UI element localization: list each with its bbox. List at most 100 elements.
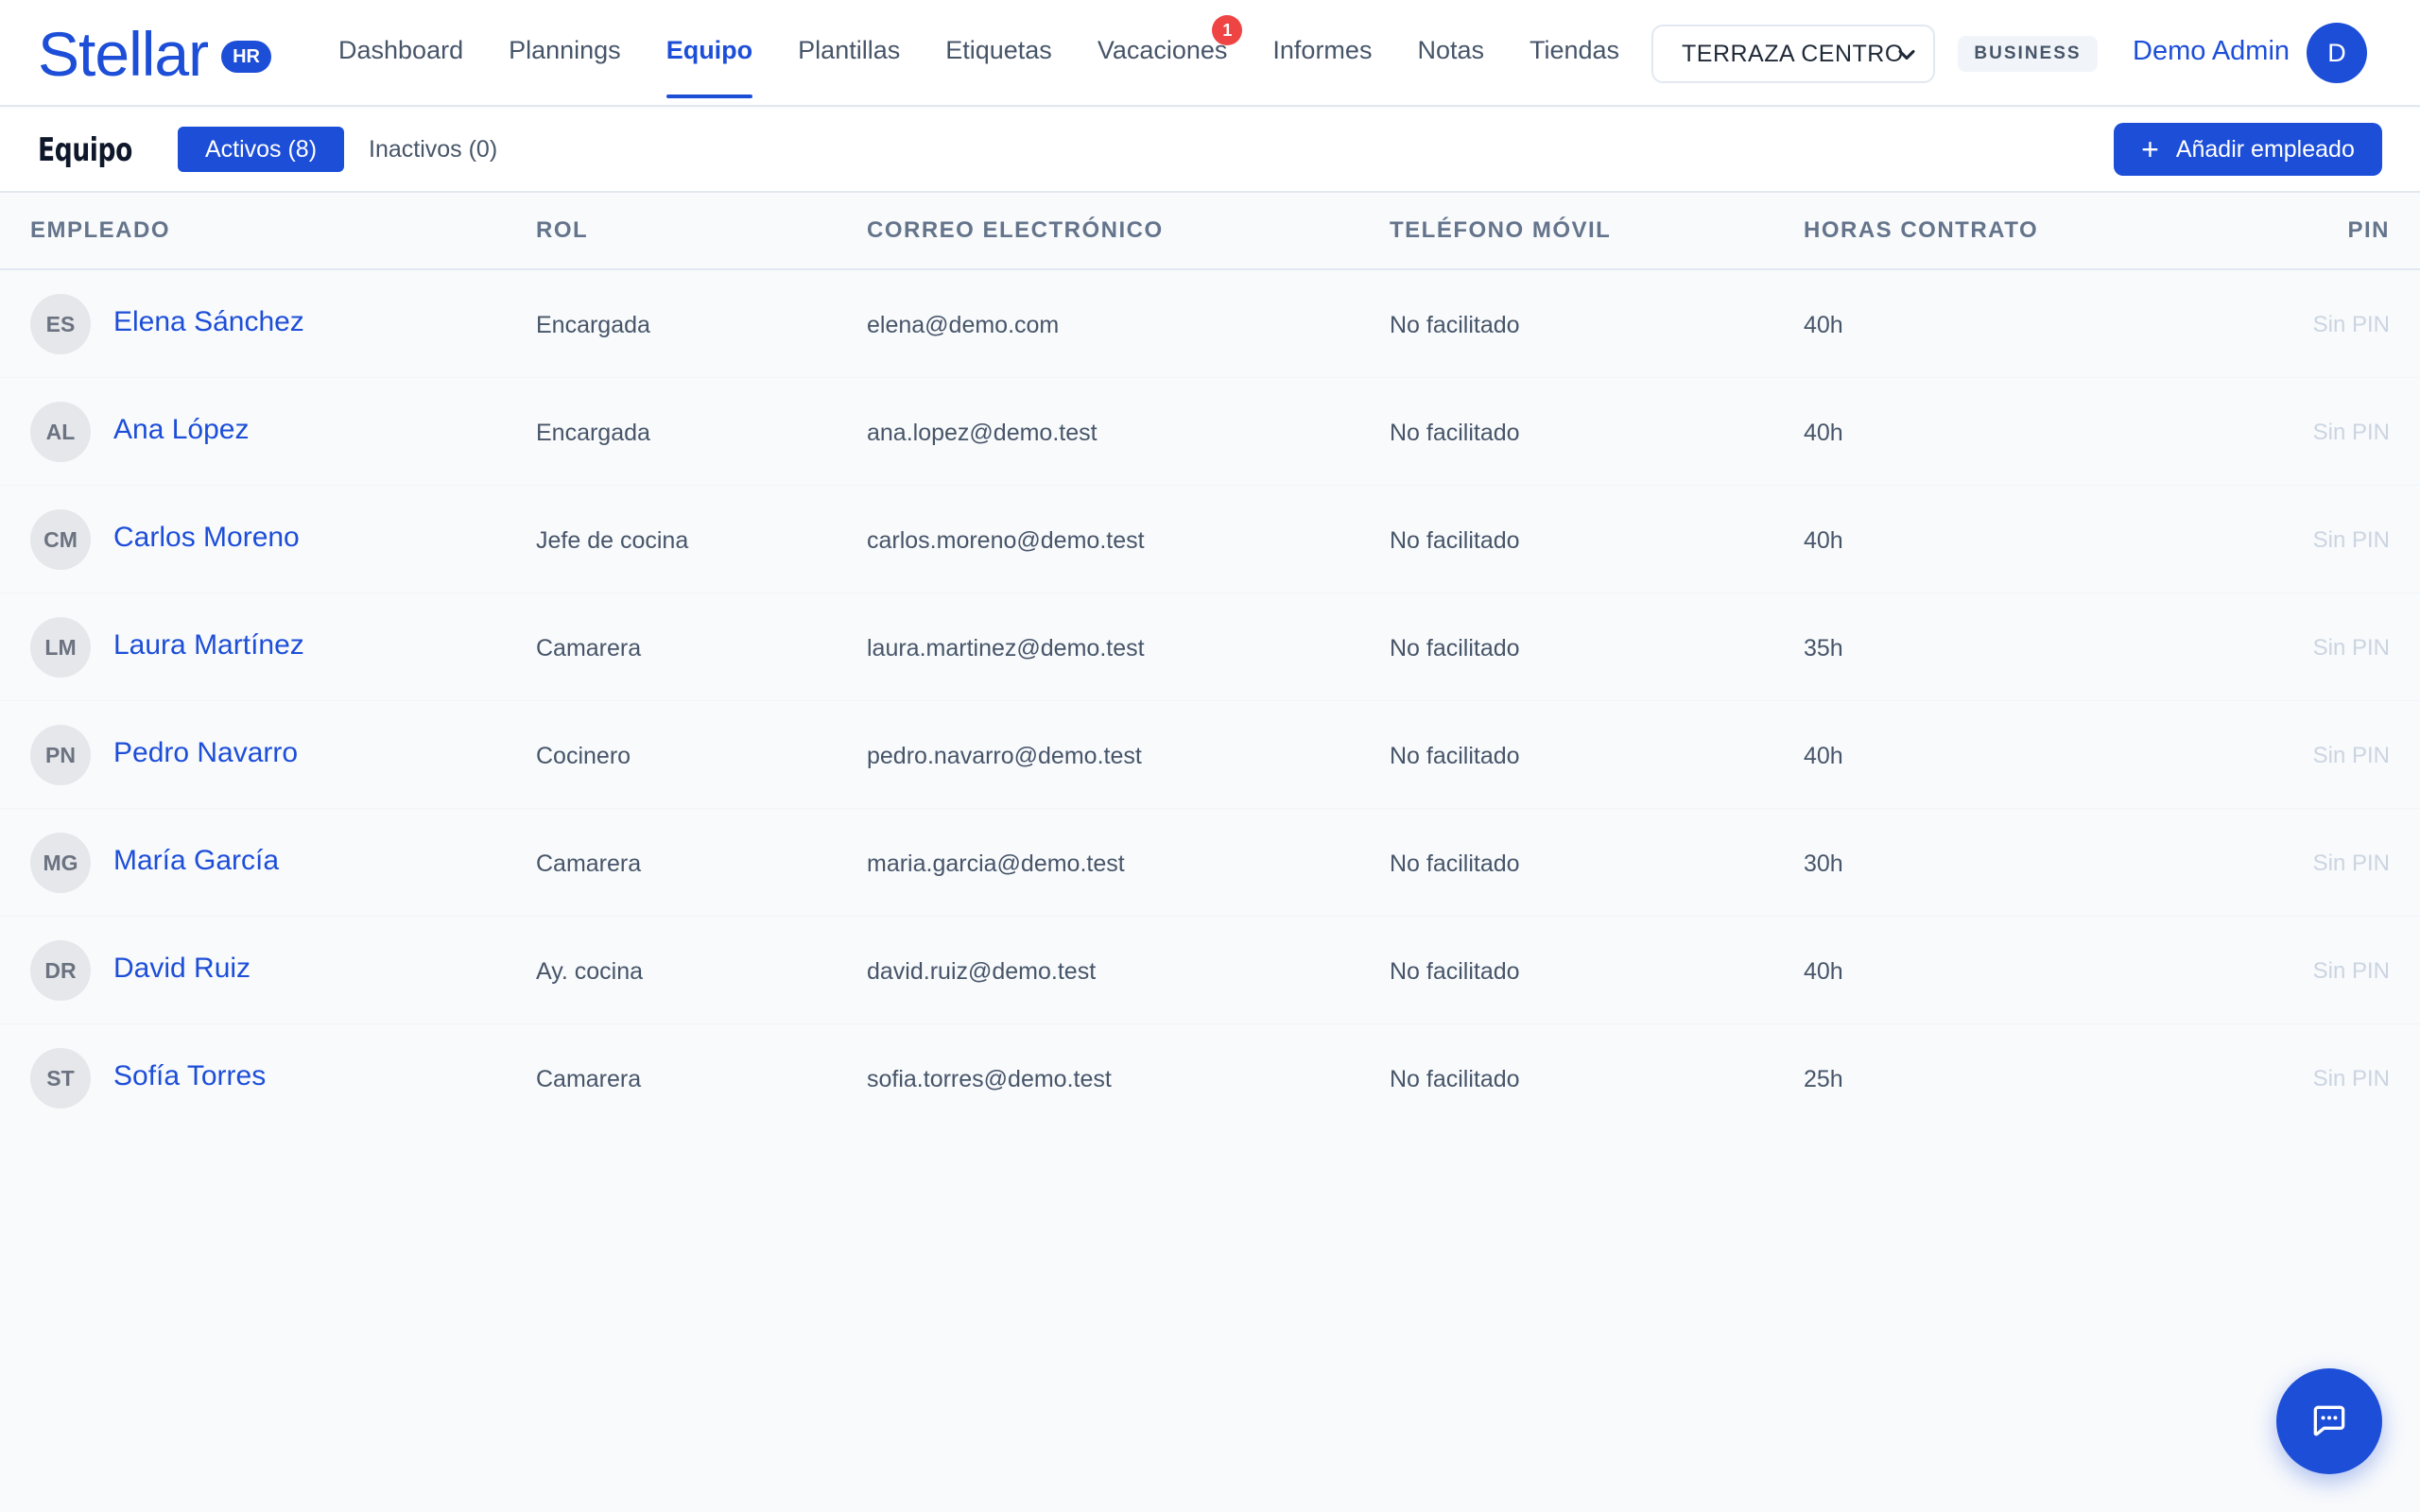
employee-role: Camarera <box>536 850 642 877</box>
employee-hours: 40h <box>1804 420 1843 446</box>
chat-bubble-icon <box>2313 1405 2345 1436</box>
table-row[interactable]: ES Elena Sánchez Encargada elena@demo.co… <box>0 270 2420 378</box>
employee-pin: Sin PIN <box>2312 527 2390 553</box>
employee-pin: Sin PIN <box>2312 1066 2390 1091</box>
logo-text: Stellar <box>38 19 209 89</box>
store-select[interactable]: TERRAZA CENTRO <box>1651 25 1935 83</box>
employee-name-link[interactable]: Ana López <box>113 414 249 446</box>
employee-name-link[interactable]: Pedro Navarro <box>113 737 298 769</box>
add-employee-button[interactable]: + Añadir empleado <box>2114 123 2382 176</box>
employee-email: maria.garcia@demo.test <box>867 850 1125 877</box>
employee-hours: 35h <box>1804 635 1843 662</box>
table-row[interactable]: DR David Ruiz Ay. cocina david.ruiz@demo… <box>0 917 2420 1024</box>
employee-role: Encargada <box>536 312 650 338</box>
employee-avatar: MG <box>30 833 91 893</box>
page-subheader: Equipo Activos (8) Inactivos (0) + Añadi… <box>0 109 2420 193</box>
employee-email: laura.martinez@demo.test <box>867 635 1145 662</box>
logo-badge: HR <box>221 41 271 73</box>
employee-hours: 40h <box>1804 958 1843 985</box>
employee-hours: 25h <box>1804 1066 1843 1092</box>
tab-activos[interactable]: Activos (8) <box>178 127 344 172</box>
employee-name-link[interactable]: María García <box>113 845 279 877</box>
add-employee-label: Añadir empleado <box>2175 135 2355 163</box>
employee-avatar: PN <box>30 725 91 785</box>
employee-avatar: AL <box>30 402 91 462</box>
nav-item-tiendas[interactable]: Tiendas <box>1530 0 1619 104</box>
employee-hours: 40h <box>1804 743 1843 769</box>
employee-email: pedro.navarro@demo.test <box>867 743 1142 769</box>
nav-item-label: Equipo <box>666 36 753 64</box>
employee-pin: Sin PIN <box>2312 312 2390 337</box>
column-header-employee[interactable]: EMPLEADO <box>30 217 170 244</box>
column-header-hours[interactable]: HORAS CONTRATO <box>1804 217 2038 244</box>
employee-email: carlos.moreno@demo.test <box>867 527 1145 554</box>
employee-email: david.ruiz@demo.test <box>867 958 1097 985</box>
table-row[interactable]: PN Pedro Navarro Cocinero pedro.navarro@… <box>0 701 2420 809</box>
employee-pin: Sin PIN <box>2312 850 2390 876</box>
nav-item-plannings[interactable]: Plannings <box>509 0 621 104</box>
employee-phone: No facilitado <box>1390 420 1520 446</box>
nav-item-label: Tiendas <box>1530 36 1620 64</box>
employee-hours: 40h <box>1804 527 1843 554</box>
store-select-value: TERRAZA CENTRO <box>1682 40 1904 67</box>
employee-avatar: LM <box>30 617 91 678</box>
nav-item-label: Plantillas <box>798 36 901 64</box>
employee-phone: No facilitado <box>1390 312 1520 338</box>
nav-item-dashboard[interactable]: Dashboard <box>338 0 463 104</box>
table-header: EMPLEADO ROL CORREO ELECTRÓNICO TELÉFONO… <box>0 195 2420 270</box>
employee-pin: Sin PIN <box>2312 420 2390 445</box>
nav-item-equipo[interactable]: Equipo <box>666 0 753 104</box>
employee-name-link[interactable]: Elena Sánchez <box>113 306 304 338</box>
employee-hours: 30h <box>1804 850 1843 877</box>
employee-role: Camarera <box>536 635 642 662</box>
column-header-pin[interactable]: PIN <box>2347 217 2390 244</box>
employee-avatar: DR <box>30 940 91 1001</box>
employee-avatar: CM <box>30 509 91 570</box>
nav-item-informes[interactable]: Informes <box>1272 0 1372 104</box>
employee-phone: No facilitado <box>1390 1066 1520 1092</box>
nav-item-vacaciones[interactable]: Vacaciones 1 <box>1097 0 1243 104</box>
column-header-phone[interactable]: TELÉFONO MÓVIL <box>1390 217 1611 244</box>
table-row[interactable]: MG María García Camarera maria.garcia@de… <box>0 809 2420 917</box>
column-header-email[interactable]: CORREO ELECTRÓNICO <box>867 217 1164 244</box>
employee-pin: Sin PIN <box>2312 743 2390 768</box>
employee-phone: No facilitado <box>1390 743 1520 769</box>
chat-fab-button[interactable] <box>2276 1368 2382 1474</box>
tab-inactivos[interactable]: Inactivos (0) <box>369 127 497 172</box>
table-row[interactable]: AL Ana López Encargada ana.lopez@demo.te… <box>0 378 2420 486</box>
nav-item-notas[interactable]: Notas <box>1417 0 1484 104</box>
employee-name-link[interactable]: Carlos Moreno <box>113 522 300 554</box>
employee-email: ana.lopez@demo.test <box>867 420 1098 446</box>
employee-phone: No facilitado <box>1390 958 1520 985</box>
nav-item-plantillas[interactable]: Plantillas <box>798 0 900 104</box>
table-row[interactable]: ST Sofía Torres Camarera sofia.torres@de… <box>0 1024 2420 1132</box>
user-avatar[interactable]: D <box>2307 23 2367 83</box>
employee-name-link[interactable]: Sofía Torres <box>113 1060 266 1092</box>
column-header-role[interactable]: ROL <box>536 217 588 244</box>
user-name-link[interactable]: Demo Admin <box>2133 36 2290 67</box>
top-navbar: Stellar HR Dashboard Plannings Equipo Pl… <box>0 0 2420 107</box>
nav-item-label: Informes <box>1272 36 1373 64</box>
employee-role: Encargada <box>536 420 650 446</box>
plan-badge: BUSINESS <box>1958 36 2098 72</box>
notification-badge: 1 <box>1212 15 1243 45</box>
employee-role: Ay. cocina <box>536 958 644 985</box>
employee-role: Camarera <box>536 1066 642 1092</box>
nav-item-etiquetas[interactable]: Etiquetas <box>945 0 1052 104</box>
employee-email: elena@demo.com <box>867 312 1060 338</box>
employee-role: Jefe de cocina <box>536 527 689 554</box>
employee-pin: Sin PIN <box>2312 958 2390 984</box>
table-row[interactable]: CM Carlos Moreno Jefe de cocina carlos.m… <box>0 486 2420 593</box>
app-logo[interactable]: Stellar HR <box>38 19 271 89</box>
main-nav: Dashboard Plannings Equipo Plantillas Et… <box>338 0 1665 107</box>
employee-hours: 40h <box>1804 312 1843 338</box>
employee-name-link[interactable]: David Ruiz <box>113 953 251 985</box>
employee-name-link[interactable]: Laura Martínez <box>113 629 304 662</box>
table-row[interactable]: LM Laura Martínez Camarera laura.martine… <box>0 593 2420 701</box>
employee-phone: No facilitado <box>1390 635 1520 662</box>
page-title: Equipo <box>38 131 132 169</box>
nav-item-label: Notas <box>1417 36 1484 64</box>
employee-avatar: ES <box>30 294 91 354</box>
employee-role: Cocinero <box>536 743 631 769</box>
nav-item-label: Vacaciones <box>1097 36 1228 64</box>
